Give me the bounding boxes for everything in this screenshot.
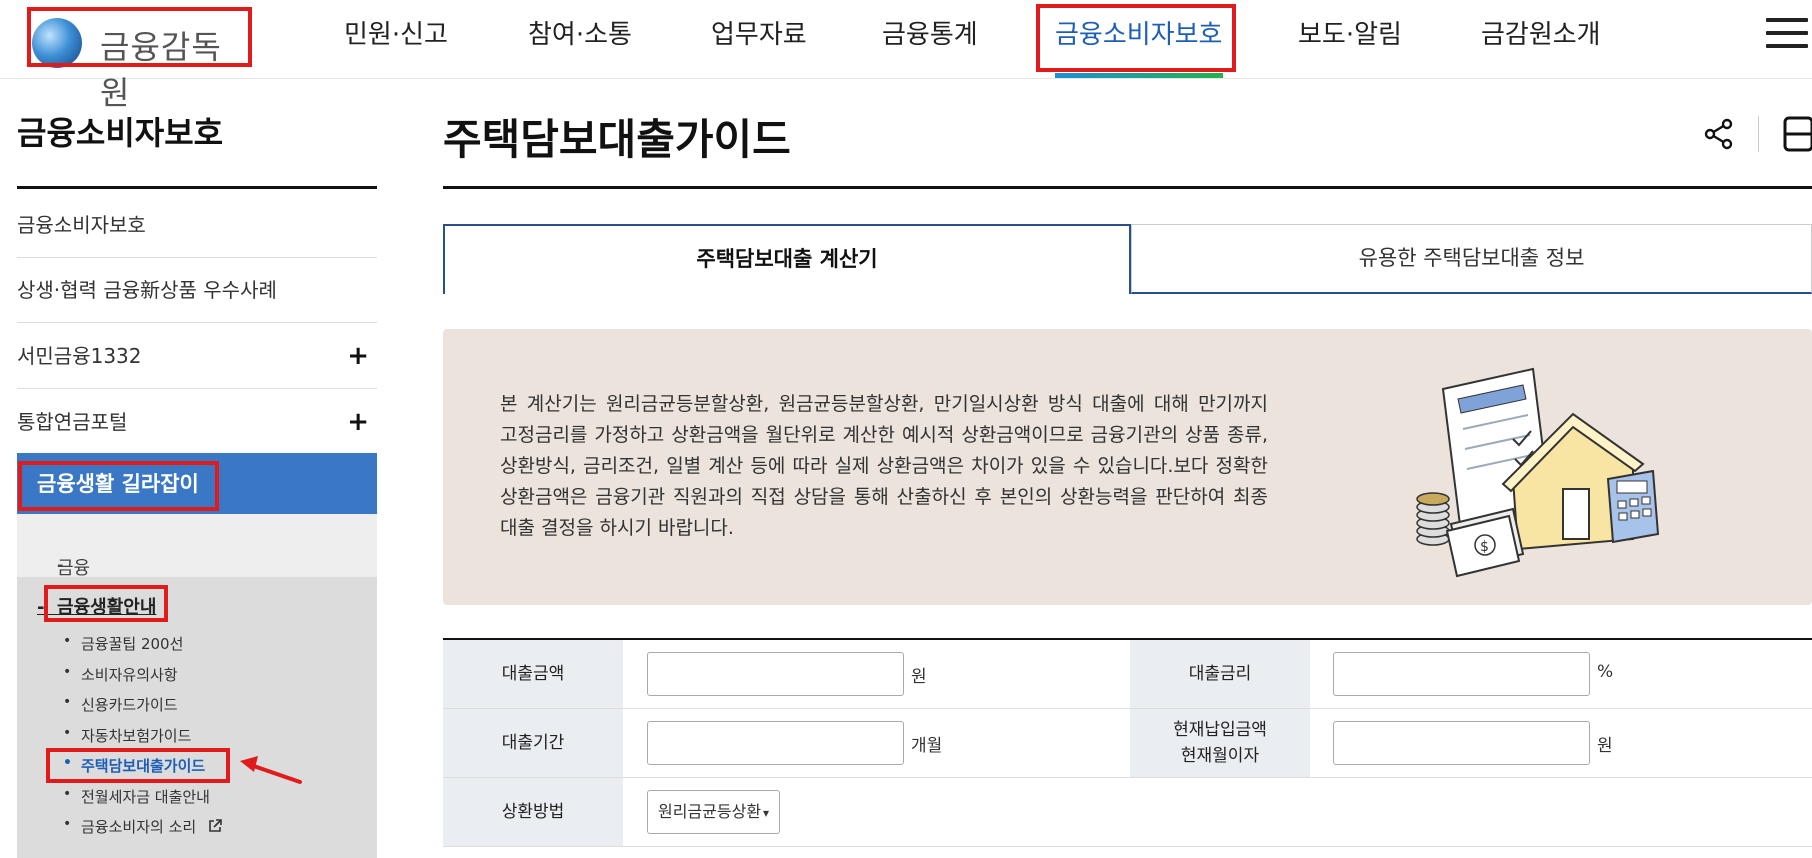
site-logo[interactable]: 금융감독원 xyxy=(30,10,245,112)
loan-period-unit: 개월 xyxy=(911,736,943,756)
tab-label: 주택담보대출 계산기 xyxy=(696,247,878,271)
top-header: 금융감독원 민원·신고 참여·소통 업무자료 금융통계 금융소비자보호 보도·알… xyxy=(0,0,1812,112)
tab-calculator[interactable]: 주택담보대출 계산기 xyxy=(443,224,1131,294)
subitem-prefix: - xyxy=(37,597,45,618)
sidebar-item-label: 금융소비자보호 xyxy=(17,213,146,237)
sidebar-divider xyxy=(17,186,377,189)
loan-amount-input[interactable] xyxy=(647,652,904,696)
loan-amount-label: 대출금액 xyxy=(443,640,623,708)
sidebar-item-label: 상생·협력 금융新상품 우수사례 xyxy=(17,278,277,302)
sidebar-title: 금융소비자보호 xyxy=(17,114,224,152)
toolbar-divider xyxy=(1758,116,1759,152)
tab-label: 유용한 주택담보대출 정보 xyxy=(1358,246,1585,270)
form-row-period-payment: 대출기간 개월 현재납입금액 현재월이자 원 xyxy=(443,709,1812,778)
current-payment-input[interactable] xyxy=(1333,721,1590,765)
title-divider xyxy=(443,186,1812,189)
page-title: 주택담보대출가이드 xyxy=(443,115,791,164)
form-row-repayment: 상환방법 원리금균등상환 ▾ xyxy=(443,778,1812,847)
current-payment-label: 현재납입금액 현재월이자 xyxy=(1130,709,1310,777)
share-icon[interactable] xyxy=(1704,118,1734,150)
nav-item-materials[interactable]: 업무자료 xyxy=(711,14,807,51)
current-payment-label-line2: 현재월이자 xyxy=(1180,746,1260,766)
expand-plus-icon[interactable]: + xyxy=(347,390,369,455)
hamburger-menu-icon[interactable] xyxy=(1766,18,1808,50)
expand-plus-icon[interactable]: + xyxy=(347,324,369,389)
leaf-item-car-insurance[interactable]: 자동차보험가이드 xyxy=(63,725,191,746)
globe-logo-icon xyxy=(32,18,82,68)
interest-rate-unit: % xyxy=(1597,662,1614,682)
nav-item-press[interactable]: 보도·알림 xyxy=(1298,14,1402,51)
sidebar-item-label: 서민금융1332 xyxy=(17,344,142,368)
print-icon[interactable] xyxy=(1782,116,1812,152)
sidebar-subitem-life-guide[interactable]: - 금융생활안내 xyxy=(37,593,156,619)
current-payment-unit: 원 xyxy=(1597,736,1613,756)
loan-period-label: 대출기간 xyxy=(443,709,623,777)
sidebar-item-1332[interactable]: 서민금융1332 + xyxy=(17,324,377,389)
leaf-item-credit-card[interactable]: 신용카드가이드 xyxy=(63,694,178,715)
nav-item-about[interactable]: 금감원소개 xyxy=(1481,14,1601,51)
sidebar-item-best-practices[interactable]: 상생·협력 금융新상품 우수사례 xyxy=(17,258,377,323)
sidebar-item-pension[interactable]: 통합연금포털 + xyxy=(17,390,377,455)
repayment-method-select[interactable]: 원리금균등상환 ▾ xyxy=(647,790,781,834)
sidebar-item-financial-guide[interactable]: 금융생활 길라잡이 xyxy=(17,453,377,514)
leaf-item-consumer-voice[interactable]: 금융소비자의 소리 xyxy=(63,816,223,837)
subitem-label: 금융생활안내 xyxy=(57,597,157,618)
tab-mortgage-info[interactable]: 유용한 주택담보대출 정보 xyxy=(1131,224,1812,294)
notice-text: 본 계산기는 원리금균등분할상환, 원금균등분할상환, 만기일시상환 방식 대출… xyxy=(500,393,1268,539)
logo-text: 금융감독원 xyxy=(100,28,222,112)
chevron-down-icon: ▾ xyxy=(763,806,770,820)
external-link-icon xyxy=(209,819,222,832)
nav-item-participation[interactable]: 참여·소통 xyxy=(528,14,632,51)
current-payment-label-line1: 현재납입금액 xyxy=(1173,720,1267,740)
sidebar-subitem-faq[interactable]: - 금융 FAQ xyxy=(17,514,377,601)
loan-period-input[interactable] xyxy=(647,721,904,765)
interest-rate-input[interactable] xyxy=(1333,652,1590,696)
leaf-item-tips[interactable]: 금융꿀팁 200선 xyxy=(63,633,183,654)
calculator-notice-box: 본 계산기는 원리금균등분할상환, 원금균등분할상환, 만기일시상환 방식 대출… xyxy=(443,329,1812,605)
form-row-amount-rate: 대출금액 원 대출금리 % xyxy=(443,640,1812,709)
active-nav-underline xyxy=(1055,73,1223,78)
leaf-item-rent-loan[interactable]: 전월세자금 대출안내 xyxy=(63,786,210,807)
repayment-method-label: 상환방법 xyxy=(443,778,623,846)
leaf-item-warnings[interactable]: 소비자유의사항 xyxy=(63,664,178,685)
sidebar-item-label: 통합연금포털 xyxy=(17,410,128,434)
interest-rate-label: 대출금리 xyxy=(1130,640,1310,708)
nav-item-statistics[interactable]: 금융통계 xyxy=(882,14,978,51)
sidebar-active-label: 금융생활 길라잡이 xyxy=(37,472,199,496)
nav-item-consumer-protection[interactable]: 금융소비자보호 xyxy=(1055,14,1222,51)
annotation-arrow-icon xyxy=(240,756,302,784)
leaf-item-mortgage-guide[interactable]: 주택담보대출가이드 xyxy=(63,755,205,776)
svg-text:$: $ xyxy=(1480,539,1489,555)
sidebar-item-consumer-protection[interactable]: 금융소비자보호 xyxy=(17,193,377,258)
loan-amount-unit: 원 xyxy=(911,667,927,687)
leaf-item-label: 금융소비자의 소리 xyxy=(81,818,197,836)
nav-item-complaints[interactable]: 민원·신고 xyxy=(344,14,448,51)
house-loan-illustration: $ xyxy=(1416,367,1660,578)
repayment-method-value: 원리금균등상환 xyxy=(658,802,762,821)
